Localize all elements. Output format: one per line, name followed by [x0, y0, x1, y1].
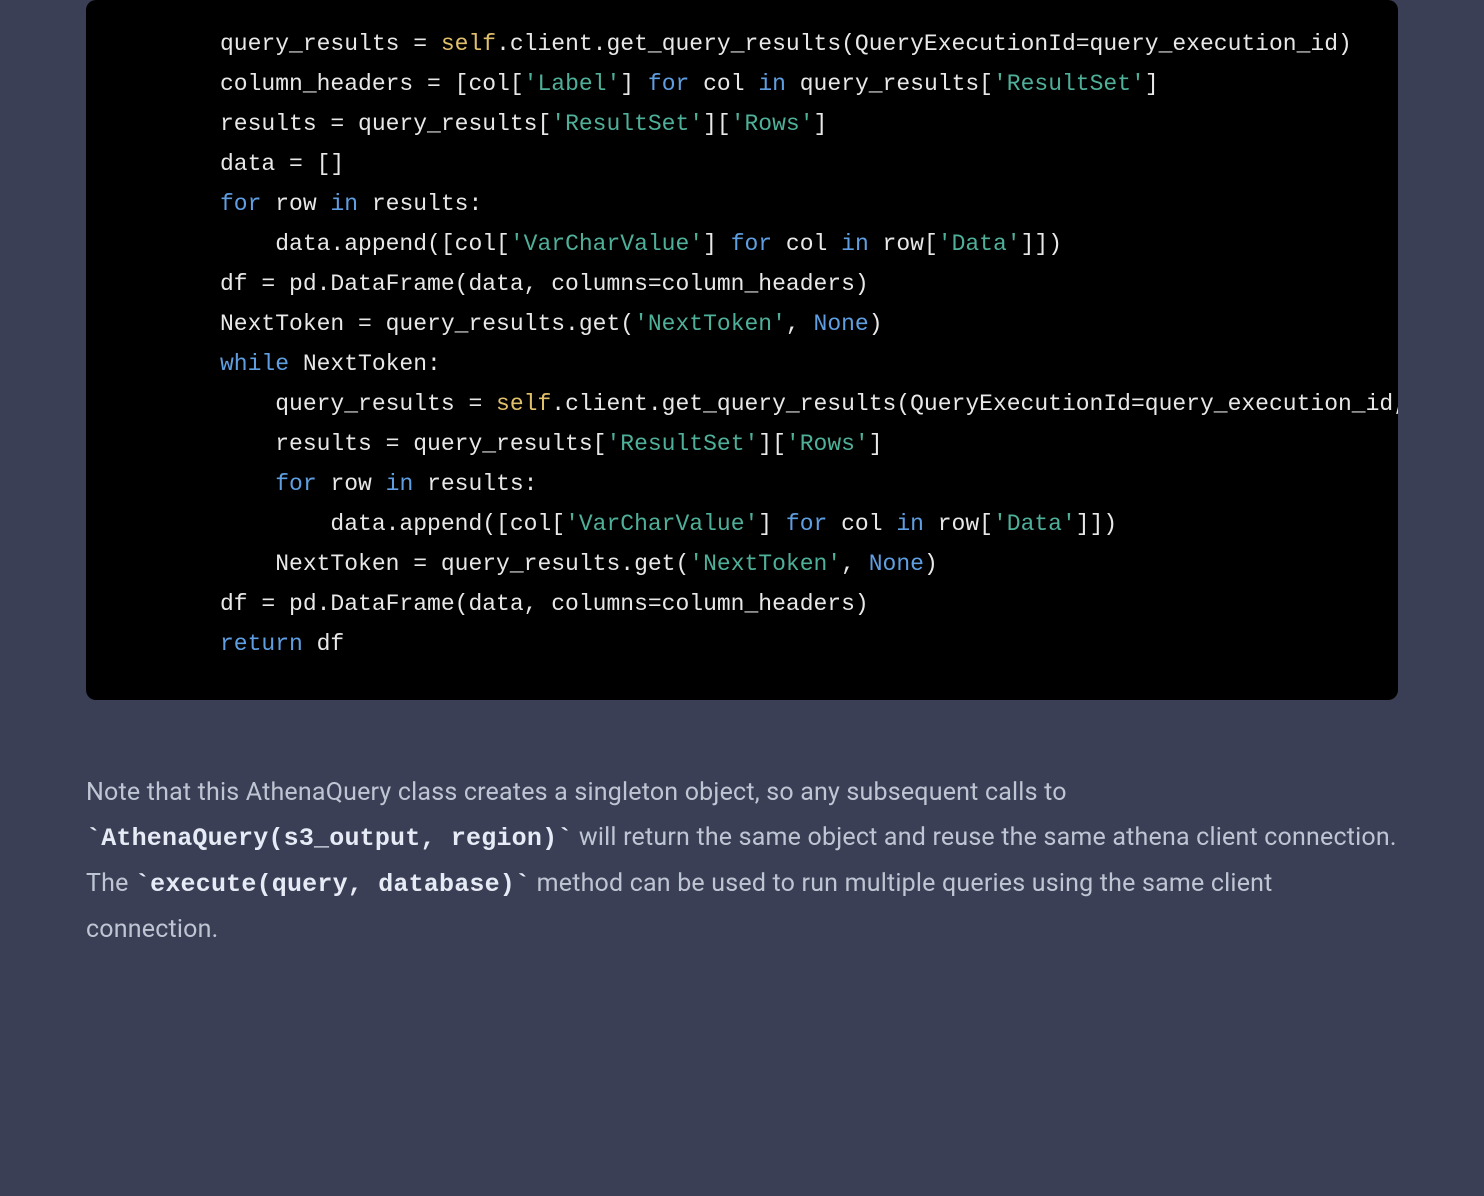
code-scroll-region[interactable]: query_results = self.client.get_query_re… — [86, 0, 1398, 700]
code-token: 'Data' — [938, 231, 1021, 257]
code-token: in — [330, 191, 358, 217]
code-token: .client.get_query_results(QueryExecution… — [496, 31, 1352, 57]
code-token: , — [841, 551, 869, 577]
code-token: 'ResultSet' — [606, 431, 758, 457]
code-token: ) — [924, 551, 938, 577]
code-token: ]]) — [1021, 231, 1062, 257]
inline-code: `AthenaQuery(s3_output, region)` — [86, 824, 572, 853]
code-token: results = query_results[ — [220, 111, 551, 137]
code-token: 'NextToken' — [634, 311, 786, 337]
code-token: ][ — [703, 111, 731, 137]
prose-text: Note that this AthenaQuery class creates… — [86, 778, 1067, 807]
code-token: data.append([col[ — [220, 511, 565, 537]
code-token: for — [275, 471, 316, 497]
code-token: query_results = — [220, 31, 441, 57]
code-token: ] — [703, 231, 731, 257]
code-block: query_results = self.client.get_query_re… — [86, 0, 1398, 700]
code-token: in — [896, 511, 924, 537]
code-token: return — [220, 631, 303, 657]
code-token: ][ — [758, 431, 786, 457]
code-token: df = pd.DataFrame(data, columns=column_h… — [220, 591, 869, 617]
code-token: query_results[ — [786, 71, 993, 97]
code-token: .client.get_query_results(QueryExecution… — [551, 391, 1398, 417]
code-token: results: — [413, 471, 537, 497]
code-token: for — [220, 191, 261, 217]
code-token: , — [786, 311, 814, 337]
code-token: 'Data' — [993, 511, 1076, 537]
code-token: self — [496, 391, 551, 417]
code-token: None — [869, 551, 924, 577]
code-token: col — [689, 71, 758, 97]
code-token: results = query_results[ — [220, 431, 606, 457]
code-token: 'NextToken' — [689, 551, 841, 577]
code-token: 'Rows' — [786, 431, 869, 457]
code-token: ] — [814, 111, 828, 137]
code-token: 'VarCharValue' — [565, 511, 758, 537]
code-token: row — [261, 191, 330, 217]
code-token: ] — [620, 71, 648, 97]
code-token: NextToken = query_results.get( — [220, 551, 689, 577]
code-token: data.append([col[ — [220, 231, 510, 257]
code-token: 'ResultSet' — [993, 71, 1145, 97]
code-token: NextToken: — [289, 351, 441, 377]
code-token: 'Label' — [524, 71, 621, 97]
code-token: self — [441, 31, 496, 57]
code-token: ) — [869, 311, 883, 337]
code-token: ] — [1145, 71, 1159, 97]
code-token: row[ — [924, 511, 993, 537]
code-token: results: — [358, 191, 482, 217]
code-token: for — [786, 511, 827, 537]
code-token: ]]) — [1076, 511, 1117, 537]
code-token: col — [772, 231, 841, 257]
code-token: NextToken = query_results.get( — [220, 311, 634, 337]
code-token: row — [317, 471, 386, 497]
code-token: ] — [758, 511, 786, 537]
page: query_results = self.client.get_query_re… — [0, 0, 1484, 1012]
code-token: 'VarCharValue' — [510, 231, 703, 257]
code-token: column_headers = [col[ — [220, 71, 524, 97]
code-token: in — [386, 471, 414, 497]
inline-code: `execute(query, database)` — [135, 870, 530, 899]
code-token: 'ResultSet' — [551, 111, 703, 137]
code-token: in — [758, 71, 786, 97]
code-token: while — [220, 351, 289, 377]
code-token: ] — [869, 431, 883, 457]
code-token: in — [841, 231, 869, 257]
code-token: None — [814, 311, 869, 337]
code-token: for — [648, 71, 689, 97]
code-token: for — [731, 231, 772, 257]
code-token: df = pd.DataFrame(data, columns=column_h… — [220, 271, 869, 297]
code-token: row[ — [869, 231, 938, 257]
code-token: query_results = — [220, 391, 496, 417]
code-token: df — [303, 631, 344, 657]
code-token: data = [] — [220, 151, 344, 177]
explanatory-paragraph: Note that this AthenaQuery class creates… — [86, 770, 1398, 952]
code-content: query_results = self.client.get_query_re… — [86, 24, 1398, 684]
code-token: 'Rows' — [731, 111, 814, 137]
code-token: col — [827, 511, 896, 537]
code-token — [220, 471, 275, 497]
